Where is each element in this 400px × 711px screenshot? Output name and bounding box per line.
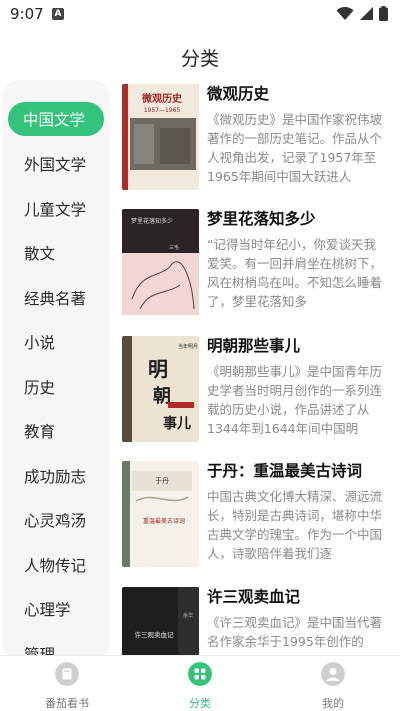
book-cover: 许三观卖血记 余华	[122, 587, 199, 658]
category-item-novels[interactable]: 小说	[8, 320, 104, 365]
book-cover: 明 朝 事儿 当年明月	[122, 336, 199, 442]
category-item-history[interactable]: 历史	[8, 365, 104, 410]
book-list: 微观历史 1957—1965 微观历史 《微观历史》是中国作家祝伟坡著作的一部历…	[122, 80, 392, 658]
grid-icon	[188, 662, 212, 686]
book-item[interactable]: 梦里花落知多少 三毛 梦里花落知多少 “记得当时年纪小，你爱谈天我爱笑。有一回并…	[122, 205, 392, 317]
book-title: 梦里花落知多少	[207, 210, 316, 228]
signal-icon	[360, 6, 373, 20]
category-item-biography[interactable]: 人物传记	[8, 543, 104, 588]
tab-label: 分类	[189, 697, 211, 710]
user-icon	[321, 662, 345, 686]
wifi-icon	[336, 6, 354, 20]
book-cover: 梦里花落知多少 三毛	[122, 209, 199, 315]
notification-icon: A	[52, 8, 64, 20]
cover-subtitle: 余华	[183, 612, 193, 619]
cover-subtitle: 于丹	[155, 477, 169, 485]
book-description: 《明朝那些事儿》是中国青年历史学者当时明月创作的一系列连载的历史小说，作品讲述了…	[207, 364, 383, 436]
cover-title: 微观历史	[141, 92, 183, 105]
category-label: 历史	[24, 378, 56, 397]
svg-text:明: 明	[148, 357, 168, 381]
status-time: 9:07	[10, 5, 44, 23]
book-item[interactable]: 明 朝 事儿 当年明月 明朝那些事儿 《明朝那些事儿》是中国青年历史学者当时明月…	[122, 332, 392, 444]
category-item-education[interactable]: 教育	[8, 409, 104, 454]
category-label: 心理学	[24, 601, 71, 620]
category-item-chicken-soup[interactable]: 心灵鸡汤	[8, 498, 104, 543]
status-icons	[336, 6, 388, 21]
category-label: 中国文学	[23, 111, 86, 129]
category-item-foreign-literature[interactable]: 外国文学	[8, 142, 104, 187]
book-item[interactable]: 微观历史 1957—1965 微观历史 《微观历史》是中国作家祝伟坡著作的一部历…	[122, 80, 392, 192]
category-sidebar: 中国文学 外国文学 儿童文学 散文 经典名著 小说 历史 教育 成功励志 心灵鸡…	[2, 80, 110, 660]
book-title: 微观历史	[207, 85, 270, 103]
cover-subtitle: 1957—1965	[144, 107, 181, 114]
category-label: 经典名著	[24, 289, 87, 308]
status-bar: 9:07 A	[0, 0, 400, 28]
tab-categories[interactable]: 分类	[155, 662, 245, 711]
category-item-essays[interactable]: 散文	[8, 231, 104, 276]
category-item-classics[interactable]: 经典名著	[8, 276, 104, 321]
book-icon	[55, 662, 79, 686]
book-item[interactable]: 于丹 重温最美古诗词 于丹：重温最美古诗词 中国古典文化博大精深、源远流长，特别…	[122, 457, 392, 569]
category-label: 成功励志	[24, 467, 87, 486]
category-item-psychology[interactable]: 心理学	[8, 587, 104, 632]
book-cover: 微观历史 1957—1965	[122, 84, 199, 190]
bottom-tab-bar: 番茄看书 分类 我的	[0, 655, 400, 710]
tab-profile[interactable]: 我的	[288, 662, 378, 711]
book-description: 《微观历史》是中国作家祝伟坡著作的一部历史笔记。作品从个人视角出发，记录了195…	[207, 112, 383, 184]
category-label: 教育	[24, 423, 56, 442]
book-description: “记得当时年纪小，你爱谈天我爱笑。有一回并肩坐在桃树下，风在树梢鸟在叫。不知怎么…	[207, 237, 383, 309]
cover-title: 重温最美古诗词	[143, 517, 185, 525]
book-title: 明朝那些事儿	[207, 337, 301, 355]
svg-text:事儿: 事儿	[163, 415, 191, 432]
category-item-chinese-literature[interactable]: 中国文学	[8, 102, 104, 136]
book-item[interactable]: 许三观卖血记 余华 许三观卖血记 《许三观卖血记》是中国当代著名作家余华于199…	[122, 583, 392, 658]
category-label: 人物传记	[24, 556, 87, 575]
tab-bookshelf[interactable]: 番茄看书	[22, 662, 112, 711]
category-item-success[interactable]: 成功励志	[8, 454, 104, 499]
cover-subtitle: 当年明月	[178, 343, 198, 350]
book-cover: 于丹 重温最美古诗词	[122, 461, 199, 567]
cover-subtitle: 三毛	[169, 244, 179, 251]
category-label: 外国文学	[24, 156, 87, 175]
page-title: 分类	[180, 48, 219, 70]
book-title: 于丹：重温最美古诗词	[207, 462, 363, 480]
category-label: 小说	[24, 334, 56, 353]
book-title: 许三观卖血记	[207, 588, 301, 606]
category-label: 儿童文学	[24, 200, 87, 219]
tab-label: 我的	[322, 697, 344, 710]
cover-title: 梦里花落知多少	[131, 217, 173, 225]
book-description: 中国古典文化博大精深、源远流长，特别是古典诗词，堪称中华古典文学的瑰宝。作为一个…	[207, 489, 383, 561]
book-description: 《许三观卖血记》是中国当代著名作家余华于1995年创作的	[207, 615, 383, 649]
category-label: 散文	[24, 245, 56, 264]
tab-label: 番茄看书	[45, 697, 89, 710]
category-label: 心灵鸡汤	[24, 512, 87, 531]
battery-icon	[379, 6, 388, 21]
category-item-children-literature[interactable]: 儿童文学	[8, 187, 104, 232]
cover-title: 许三观卖血记	[135, 630, 175, 639]
